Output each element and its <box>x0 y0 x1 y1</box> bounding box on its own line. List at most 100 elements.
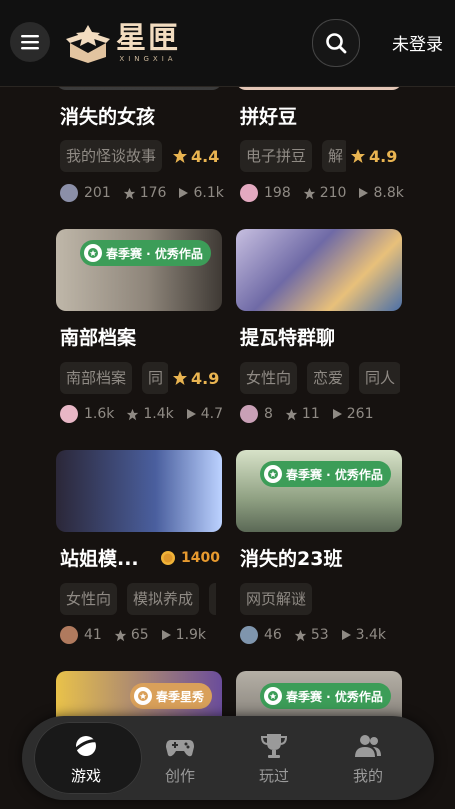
badge-label: 春季赛 · 优秀作品 <box>286 689 383 704</box>
search-icon <box>326 33 347 54</box>
card-tag: 恋爱 <box>307 362 350 394</box>
star-icon <box>285 408 298 420</box>
nav-label: 我的 <box>352 766 383 785</box>
card-stats: 201 176 6.1k <box>60 181 236 205</box>
box-star-icon <box>66 25 110 63</box>
player-count: 1.6k <box>84 406 115 422</box>
play-icon <box>179 188 189 198</box>
card-title: 南部档案 <box>60 327 137 349</box>
play-count: 1.9k <box>175 627 207 643</box>
medal-icon <box>88 248 98 258</box>
star-count: 176 <box>139 185 167 201</box>
rating-value: 4.4 <box>191 146 220 166</box>
award-badge: 春季星秀 <box>130 683 213 709</box>
card-thumbnail <box>236 229 402 311</box>
nav-create[interactable]: 创作 <box>138 716 222 800</box>
play-count: 261 <box>346 406 374 422</box>
search-button[interactable] <box>312 19 360 67</box>
badge-label: 春季赛 · 优秀作品 <box>106 246 203 261</box>
card-tag: 解 <box>322 140 350 172</box>
play-icon <box>332 409 342 419</box>
avatar <box>240 184 258 202</box>
play-count: 6.1k <box>193 185 224 201</box>
nav-played[interactable]: 玩过 <box>232 716 316 800</box>
nav-label: 玩过 <box>258 766 289 785</box>
login-link[interactable]: 未登录 <box>392 30 443 55</box>
card-tag: 女性向 <box>240 362 298 394</box>
price-value: 1400 <box>181 550 220 566</box>
users-icon <box>355 734 381 757</box>
card-stats: 41 65 1.9k <box>60 623 236 647</box>
award-badge: 春季赛 · 优秀作品 <box>260 461 391 487</box>
star-icon <box>303 187 315 199</box>
card-tag: 南部档案 <box>60 362 133 394</box>
star-icon <box>123 187 135 199</box>
medal-icon <box>268 469 278 479</box>
play-icon <box>341 630 351 640</box>
player-count: 41 <box>84 627 102 643</box>
rating-badge: 4.9 <box>346 140 398 172</box>
play-icon <box>359 188 369 198</box>
rating-value: 4.9 <box>369 146 398 166</box>
star-icon <box>351 149 365 163</box>
card-stats: 198 210 8.8k <box>240 181 430 205</box>
nav-profile[interactable]: 我的 <box>326 716 410 800</box>
play-icon <box>161 630 171 640</box>
nav-games[interactable]: 游戏 <box>34 716 142 800</box>
badge-label: 春季赛 · 优秀作品 <box>286 467 383 482</box>
star-count: 11 <box>301 406 320 422</box>
card-tag: 1 <box>209 583 216 615</box>
award-badge: 春季赛 · 优秀作品 <box>80 240 211 266</box>
avatar <box>240 405 258 423</box>
game-planet-icon <box>72 735 99 756</box>
card-stats: 1.6k 1.4k 4.7 <box>60 402 242 426</box>
card-tag: 网页解谜 <box>240 583 313 615</box>
star-icon <box>114 629 127 641</box>
card-tag: 模拟养成 <box>127 583 200 615</box>
menu-button[interactable] <box>10 22 50 62</box>
avatar <box>60 405 78 423</box>
trophy-icon <box>260 733 288 758</box>
card-tag: 同人 <box>359 362 400 394</box>
star-icon <box>294 629 307 641</box>
star-icon <box>173 149 187 163</box>
card-tag: 电子拼豆 <box>240 140 313 172</box>
rating-badge: 4.9 <box>168 362 220 394</box>
card-title: 消失的23班 <box>240 548 343 570</box>
card-title: 消失的女孩 <box>60 106 156 128</box>
avatar <box>240 626 258 644</box>
player-count: 198 <box>264 185 291 201</box>
bottom-nav: 游戏 创作 玩过 我的 <box>22 716 434 800</box>
avatar <box>60 626 78 644</box>
rating-value: 4.9 <box>191 368 220 388</box>
medal-icon <box>138 691 148 701</box>
card-tag: 同 <box>142 362 168 394</box>
card-tag: 女性向 <box>60 583 118 615</box>
play-count: 8.8k <box>373 185 404 201</box>
coin-icon <box>161 551 175 565</box>
player-count: 8 <box>264 406 273 422</box>
card-title: 站姐模... <box>60 548 139 570</box>
app-logo[interactable]: 星匣 XINGXIA <box>66 20 180 66</box>
player-count: 46 <box>264 627 282 643</box>
star-count: 65 <box>130 627 149 643</box>
award-badge: 春季赛 · 优秀作品 <box>260 683 391 709</box>
badge-label: 春季星秀 <box>156 689 205 704</box>
top-bar: 星匣 XINGXIA 未登录 <box>0 0 455 87</box>
card-thumbnail <box>56 450 222 532</box>
menu-icon <box>21 35 39 50</box>
play-count: 4.7 <box>200 406 224 422</box>
medal-icon <box>268 691 278 701</box>
star-count: 210 <box>319 185 347 201</box>
play-count: 3.4k <box>355 627 387 643</box>
logo-subtext: XINGXIA <box>119 54 177 63</box>
star-count: 1.4k <box>143 406 174 422</box>
star-icon <box>173 371 187 385</box>
card-title: 提瓦特群聊 <box>240 327 336 349</box>
rating-badge: 4.4 <box>168 140 220 172</box>
card-stats: 46 53 3.4k <box>240 623 430 647</box>
price-badge: 1400 <box>156 542 220 574</box>
card-stats: 8 11 261 <box>240 402 430 426</box>
star-count: 53 <box>310 627 329 643</box>
card-title: 拼好豆 <box>240 106 298 128</box>
